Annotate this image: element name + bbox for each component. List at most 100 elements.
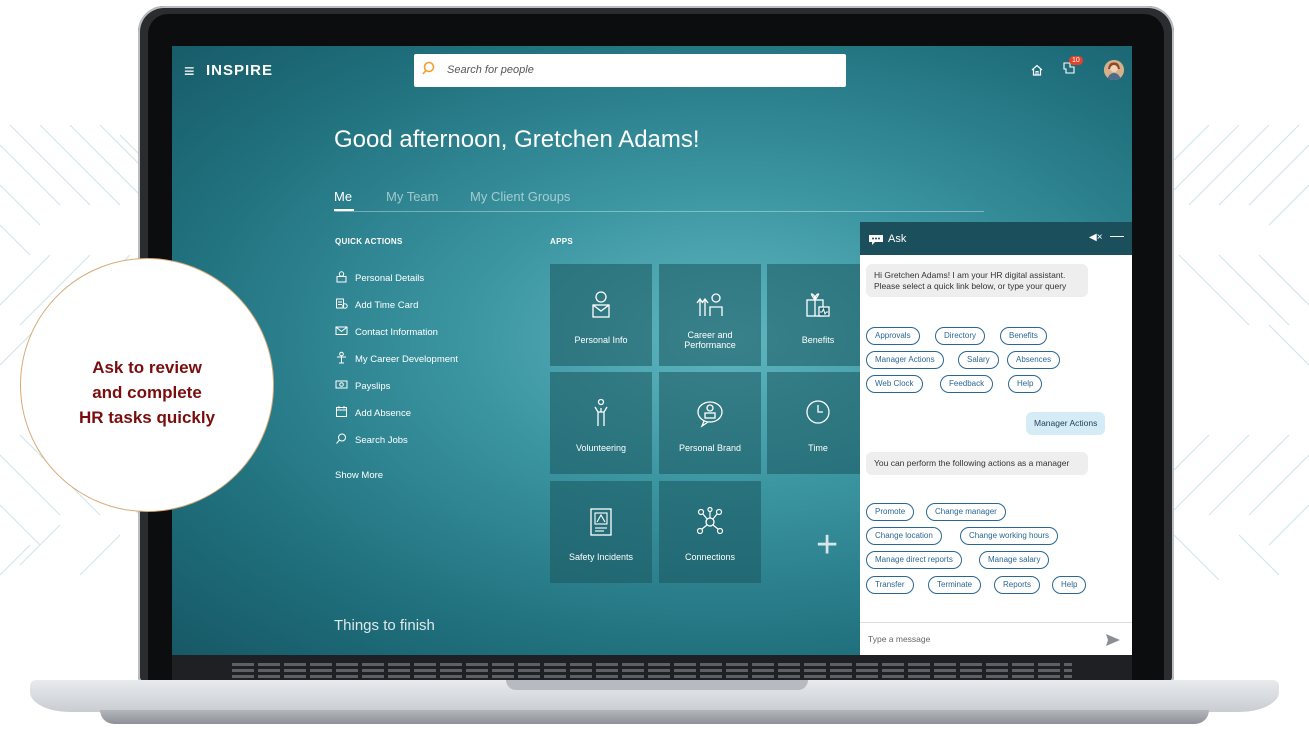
chat-message-input[interactable]: Type a message [860,622,1132,655]
app-tile-time[interactable]: Time [767,372,869,474]
app-tile-connections[interactable]: Connections [659,481,761,583]
keyboard-row [232,669,1072,672]
quick-link-feedback[interactable]: Feedback [940,375,994,393]
safety-icon [587,507,615,542]
greeting-title: Good afternoon, Gretchen Adams! [334,126,700,153]
payslip-icon [335,380,348,389]
quick-link-help[interactable]: Help [1008,375,1043,393]
chat-bubble-icon [868,233,884,251]
app-logo[interactable]: INSPIRE [206,62,273,79]
quick-action-label: Contact Information [355,327,438,338]
app-screen: ≡ INSPIRE Search for people 10 Good afte… [172,46,1132,655]
app-tile-label: Time [808,443,828,453]
quick-link-web-clock[interactable]: Web Clock [866,375,923,393]
app-tile-career-and-performance[interactable]: Career and Performance [659,264,761,366]
quick-actions-heading: QUICK ACTIONS [335,237,403,246]
quick-action-personal-details[interactable]: Personal Details [335,271,535,290]
show-more-link[interactable]: Show More [335,470,383,481]
quick-action-label: Payslips [355,381,391,392]
time-card-icon [336,298,348,309]
search-icon [422,61,438,82]
keyboard-row [232,675,1072,678]
app-tile-label: Safety Incidents [568,552,634,562]
quick-action-search-jobs[interactable]: Search Jobs [335,433,535,452]
quick-link-directory[interactable]: Directory [935,327,986,345]
manager-action-reports[interactable]: Reports [994,576,1041,594]
manager-action-change-working-hours[interactable]: Change working hours [960,527,1059,545]
user-message: Manager Actions [1026,412,1106,435]
laptop-keyboard [172,655,1132,683]
app-tile-volunteering[interactable]: Volunteering [550,372,652,474]
things-to-finish-heading: Things to finish [334,617,435,634]
tab-bar: Me My Team My Client Groups [334,189,984,212]
connections-icon [696,506,724,542]
quick-action-label: Add Absence [355,408,411,419]
quick-action-label: Personal Details [355,273,425,284]
laptop-lip [100,710,1209,724]
tab-my-team[interactable]: My Team [386,189,439,204]
feature-callout: Ask to review and complete HR tasks quic… [20,258,274,512]
app-tile-label: Personal Brand [678,443,742,453]
benefits-icon [804,290,832,325]
trackpad-notch [506,680,808,690]
manager-action-change-manager[interactable]: Change manager [926,503,1006,521]
quick-action-add-absence[interactable]: Add Absence [335,406,535,425]
calendar-icon [336,406,347,417]
chat-header: Ask ◀× — [860,222,1132,255]
manager-action-terminate[interactable]: Terminate [928,576,982,594]
quick-link-manager-actions[interactable]: Manager Actions [866,351,944,369]
quick-link-approvals[interactable]: Approvals [866,327,920,345]
callout-line-2: and complete [92,383,202,402]
app-tile-label: Benefits [801,335,835,345]
manager-action-help[interactable]: Help [1052,576,1087,594]
quick-action-add-time-card[interactable]: Add Time Card [335,298,535,317]
app-tile-personal-info[interactable]: Personal Info [550,264,652,366]
personal-brand-icon [696,398,724,433]
tab-me[interactable]: Me [334,189,352,204]
app-tile-safety-incidents[interactable]: Safety Incidents [550,481,652,583]
manager-action-promote[interactable]: Promote [866,503,915,521]
quick-link-absences[interactable]: Absences [1007,351,1061,369]
apps-heading: APPS [550,237,573,246]
personal-info-icon [587,290,615,325]
person-doc-icon [336,271,347,283]
minimize-icon[interactable]: — [1110,227,1124,243]
quick-action-label: Add Time Card [355,300,419,311]
quick-link-salary[interactable]: Salary [958,351,999,369]
manager-action-change-location[interactable]: Change location [866,527,942,545]
quick-action-label: Search Jobs [355,435,408,446]
send-icon[interactable] [1105,633,1121,649]
career-icon [337,351,346,364]
top-bar: ≡ INSPIRE Search for people 10 [172,46,1132,96]
manager-action-manage-direct-reports[interactable]: Manage direct reports [866,551,962,569]
app-tile-label: Connections [684,552,736,562]
manager-action-transfer[interactable]: Transfer [866,576,914,594]
callout-text: Ask to review and complete HR tasks quic… [21,355,273,430]
home-icon[interactable] [1030,63,1044,82]
app-tile-benefits[interactable]: Benefits [767,264,869,366]
quick-action-my-career-development[interactable]: My Career Development [335,351,535,371]
chat-title: Ask [888,233,907,245]
search-bar[interactable]: Search for people [414,54,846,87]
quick-action-contact-information[interactable]: Contact Information [335,326,535,344]
laptop-base [0,680,1309,730]
bot-reply-message: You can perform the following actions as… [866,452,1088,475]
mute-speaker-icon[interactable]: ◀× [1089,232,1103,243]
user-avatar[interactable] [1104,60,1124,80]
add-app-plus-icon[interactable]: + [816,524,838,567]
career-performance-icon [696,290,724,325]
app-tile-personal-brand[interactable]: Personal Brand [659,372,761,474]
tab-my-client-groups[interactable]: My Client Groups [470,189,570,204]
message-input-placeholder: Type a message [868,634,931,644]
callout-line-1: Ask to review [92,358,202,377]
active-tab-indicator [334,209,354,211]
keyboard-row [232,663,1072,666]
manager-action-manage-salary[interactable]: Manage salary [979,551,1050,569]
app-tile-label: Volunteering [575,443,627,453]
hamburger-menu-icon[interactable]: ≡ [184,62,195,80]
envelope-icon [335,326,348,335]
quick-action-payslips[interactable]: Payslips [335,380,535,398]
ask-chat-panel: Ask ◀× — Hi Gretchen Adams! I am your HR… [860,222,1132,655]
search-input[interactable]: Search for people [447,64,534,76]
quick-link-benefits[interactable]: Benefits [1000,327,1047,345]
